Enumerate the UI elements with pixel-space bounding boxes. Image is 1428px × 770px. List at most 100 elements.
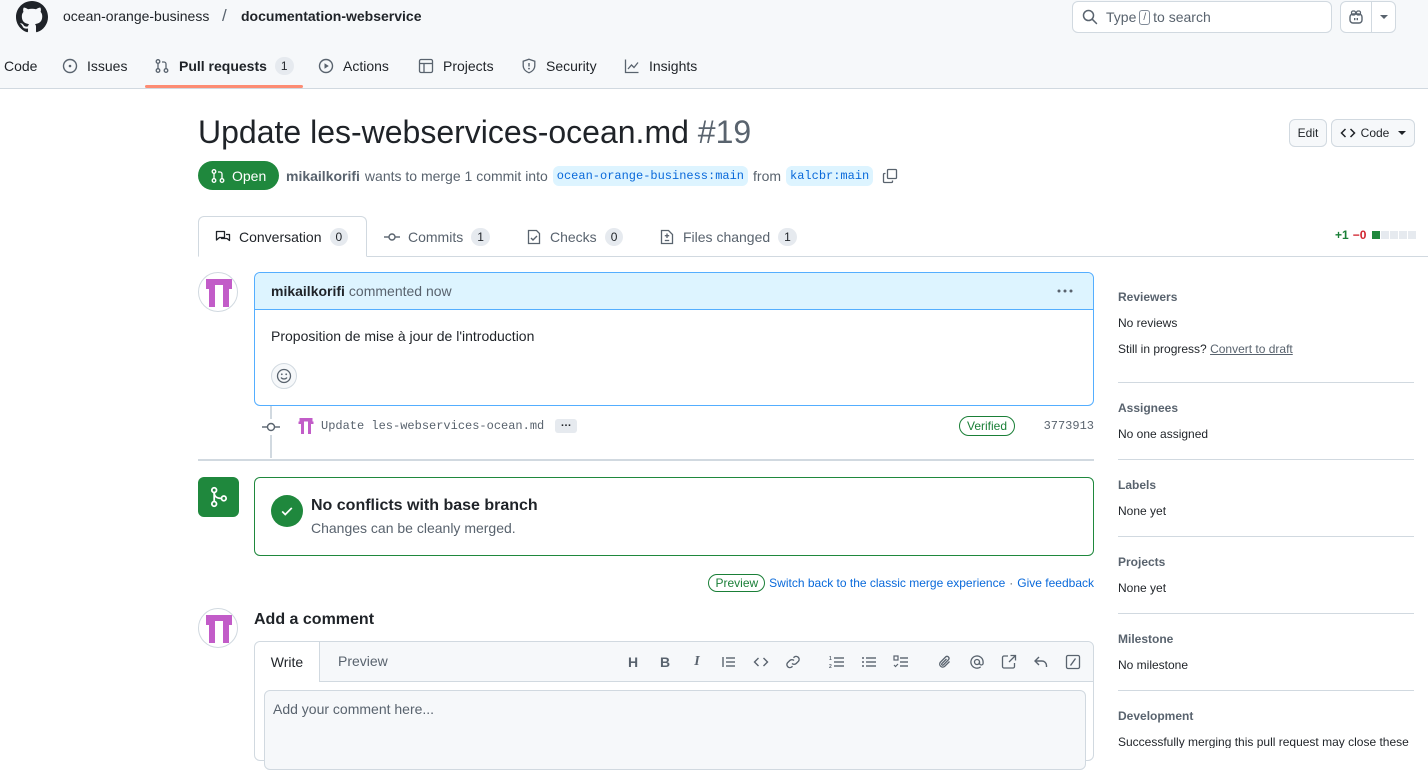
cross-reference-icon[interactable] [1001, 654, 1017, 670]
issue-opened-icon [62, 58, 78, 74]
diffstat-blocks [1372, 231, 1417, 239]
table-icon [418, 58, 434, 74]
repo-tab-label: Security [546, 58, 597, 74]
give-feedback-link[interactable]: Give feedback [1017, 576, 1094, 590]
copy-icon[interactable] [882, 168, 898, 184]
preview-tab[interactable]: Preview [338, 653, 388, 669]
sidebar-heading[interactable]: Labels [1118, 478, 1414, 492]
sidebar-heading[interactable]: Assignees [1118, 401, 1414, 415]
diffstat-block-added [1372, 231, 1381, 239]
italic-icon[interactable]: I [689, 654, 705, 670]
write-tab[interactable]: Write [255, 642, 320, 682]
tasklist-icon[interactable] [893, 654, 909, 670]
dot-separator: · [1009, 576, 1014, 590]
ordered-list-icon[interactable]: 12 [829, 654, 845, 670]
pull-request-icon [211, 168, 225, 183]
merge-status-title: No conflicts with base branch [311, 497, 538, 514]
quote-icon[interactable] [721, 654, 737, 670]
check-icon [271, 495, 303, 527]
sidebar-value: No one assigned [1118, 427, 1209, 441]
mention-icon[interactable] [969, 654, 985, 670]
search-input[interactable]: Type / to search [1072, 1, 1332, 33]
checklist-icon [527, 229, 541, 245]
sidebar-heading[interactable]: Milestone [1118, 632, 1414, 646]
avatar[interactable] [198, 608, 238, 648]
git-commit-icon [262, 419, 280, 435]
tab-conversation[interactable]: Conversation 0 [215, 227, 349, 247]
copilot-icon[interactable] [1341, 2, 1371, 32]
tab-checks[interactable]: Checks 0 [526, 227, 624, 247]
classic-merge-link[interactable]: Switch back to the classic merge experie… [769, 576, 1005, 590]
commit-sha[interactable]: 3773913 [1044, 419, 1094, 433]
breadcrumb-owner[interactable]: ocean-orange-business [63, 8, 209, 24]
chevron-down-icon[interactable] [1371, 2, 1395, 32]
pr-author-link[interactable]: mikailkorifi [286, 168, 360, 184]
sidebar-heading[interactable]: Reviewers [1118, 290, 1414, 304]
head-branch[interactable]: kalcbr:main [786, 166, 874, 186]
global-header: ocean-orange-business / documentation-we… [0, 0, 1428, 89]
from-text: from [753, 168, 782, 184]
base-branch[interactable]: ocean-orange-business:main [552, 166, 749, 186]
code-dropdown-button[interactable]: Code [1331, 119, 1415, 147]
comment-textarea[interactable]: Add your comment here... [264, 690, 1086, 770]
edit-title-button[interactable]: Edit [1289, 119, 1327, 147]
breadcrumb-repo[interactable]: documentation-webservice [241, 8, 422, 24]
paperclip-icon[interactable] [937, 654, 953, 670]
repo-tab-security[interactable]: Security [521, 56, 597, 76]
bold-icon[interactable]: B [657, 654, 673, 670]
code-icon [1340, 128, 1356, 138]
tab-label: Checks [550, 229, 597, 245]
expand-commit-button[interactable]: … [555, 418, 577, 433]
pr-tabs-divider [198, 256, 1428, 257]
verified-badge[interactable]: Verified [959, 416, 1016, 436]
comment-meta[interactable]: commented now [349, 283, 452, 299]
tab-label: Commits [408, 229, 464, 245]
breadcrumb-separator: / [222, 6, 227, 25]
tab-count: 1 [471, 228, 490, 246]
search-icon [1082, 9, 1098, 25]
commit-message[interactable]: Update les-webservices-ocean.md [321, 419, 544, 433]
in-progress-text: Still in progress? [1118, 342, 1207, 356]
commit-row: Update les-webservices-ocean.md … Verifi… [262, 415, 1094, 437]
search-suffix: to search [1153, 9, 1211, 25]
diffstat-deletions: −0 [1352, 228, 1367, 242]
pr-meta: mikailkorifi wants to merge 1 commit int… [286, 165, 898, 187]
github-logo-icon[interactable] [16, 1, 48, 33]
avatar[interactable] [198, 272, 238, 312]
repo-tab-insights[interactable]: Insights [624, 56, 697, 76]
sidebar-heading[interactable]: Development [1118, 709, 1414, 723]
repo-tab-actions[interactable]: Actions [318, 56, 389, 76]
sidebar-heading[interactable]: Projects [1118, 555, 1414, 569]
convert-to-draft-link[interactable]: Convert to draft [1210, 342, 1293, 356]
code-icon[interactable] [753, 654, 769, 670]
git-commit-icon [384, 233, 400, 241]
merge-description: wants to merge 1 commit into [364, 168, 548, 184]
smiley-icon[interactable] [271, 363, 297, 389]
reply-icon[interactable] [1033, 654, 1049, 670]
slash-command-icon[interactable] [1065, 654, 1081, 670]
comment-author[interactable]: mikailkorifi [271, 283, 345, 299]
comment-card: mikailkorifi commented now Proposition d… [254, 272, 1094, 406]
repo-tab-label: Actions [343, 58, 389, 74]
repo-tab-issues[interactable]: Issues [62, 56, 127, 76]
repo-tab-code[interactable]: Code [4, 56, 37, 76]
kebab-horizontal-icon[interactable] [1055, 281, 1075, 301]
comment-header: mikailkorifi commented now [255, 273, 1093, 310]
tab-commits[interactable]: Commits 1 [384, 227, 490, 247]
copilot-button[interactable] [1340, 1, 1396, 33]
code-button-label: Code [1360, 126, 1390, 140]
repo-tab-pull-requests[interactable]: Pull requests 1 [154, 56, 294, 76]
link-icon[interactable] [785, 654, 801, 670]
pr-number: #19 [697, 114, 752, 150]
heading-icon[interactable]: H [625, 654, 641, 670]
unordered-list-icon[interactable] [861, 654, 877, 670]
page-title: Update les-webservices-ocean.md #19 [198, 114, 751, 151]
markdown-toolbar: H B I 12 [609, 654, 1081, 670]
diffstat-block-neutral [1381, 231, 1390, 239]
diffstat-block-neutral [1408, 231, 1417, 239]
commit-author-avatar[interactable] [296, 416, 316, 436]
pr-title-text: Update les-webservices-ocean.md [198, 114, 689, 150]
tab-files-changed[interactable]: Files changed 1 [659, 227, 797, 247]
repo-tab-projects[interactable]: Projects [418, 56, 494, 76]
tab-label: Files changed [683, 229, 771, 245]
